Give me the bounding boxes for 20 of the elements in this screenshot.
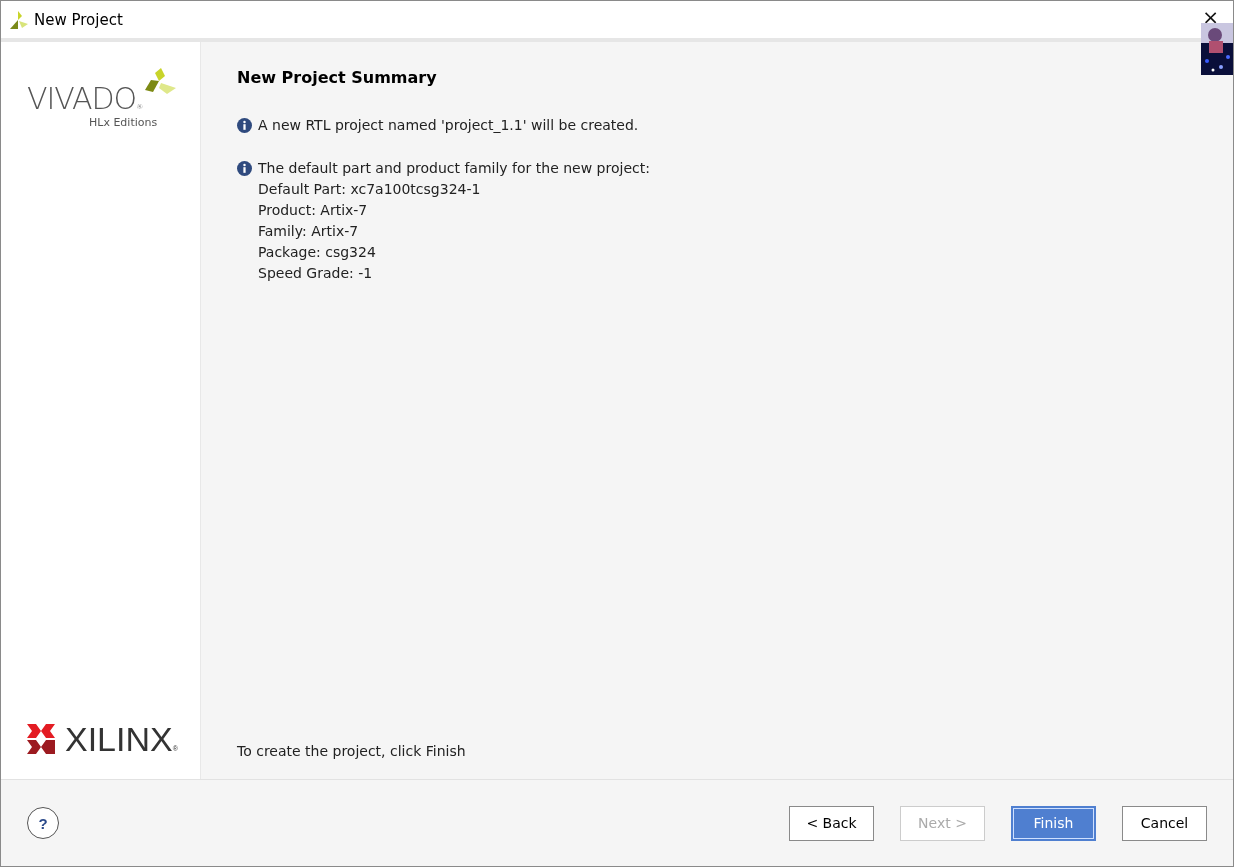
detail-text: Package: csg324 [258, 243, 377, 262]
detail-text: Speed Grade: -1 [258, 264, 374, 283]
message-text: A new RTL project named 'project_1.1' will be created. [258, 116, 639, 135]
dialog-button[interactable]: < Back [789, 805, 874, 841]
help-button[interactable]: ? [27, 807, 59, 839]
close-button[interactable]: × [1202, 7, 1219, 27]
detail-text: Family: Artix-7 [258, 222, 360, 241]
detail-text: Default Part: xc7a100tcsg324-1 [258, 180, 482, 199]
info-icon [237, 118, 252, 133]
dialog-button[interactable]: Cancel [1122, 805, 1207, 841]
product-edition-text: HLx Editions [89, 116, 158, 129]
info-icon [237, 161, 252, 176]
window-title: New Project [34, 10, 123, 29]
company-logo-icon [27, 724, 55, 754]
page-title: New Project Summary [237, 68, 438, 87]
message-text: The default part and product family for the new project: [258, 159, 650, 178]
dialog-button[interactable]: Finish [1011, 805, 1096, 841]
app-icon [10, 10, 28, 29]
detail-text: Product: Artix-7 [258, 201, 369, 220]
instruction-text: To create the project, click Finish [237, 743, 467, 759]
